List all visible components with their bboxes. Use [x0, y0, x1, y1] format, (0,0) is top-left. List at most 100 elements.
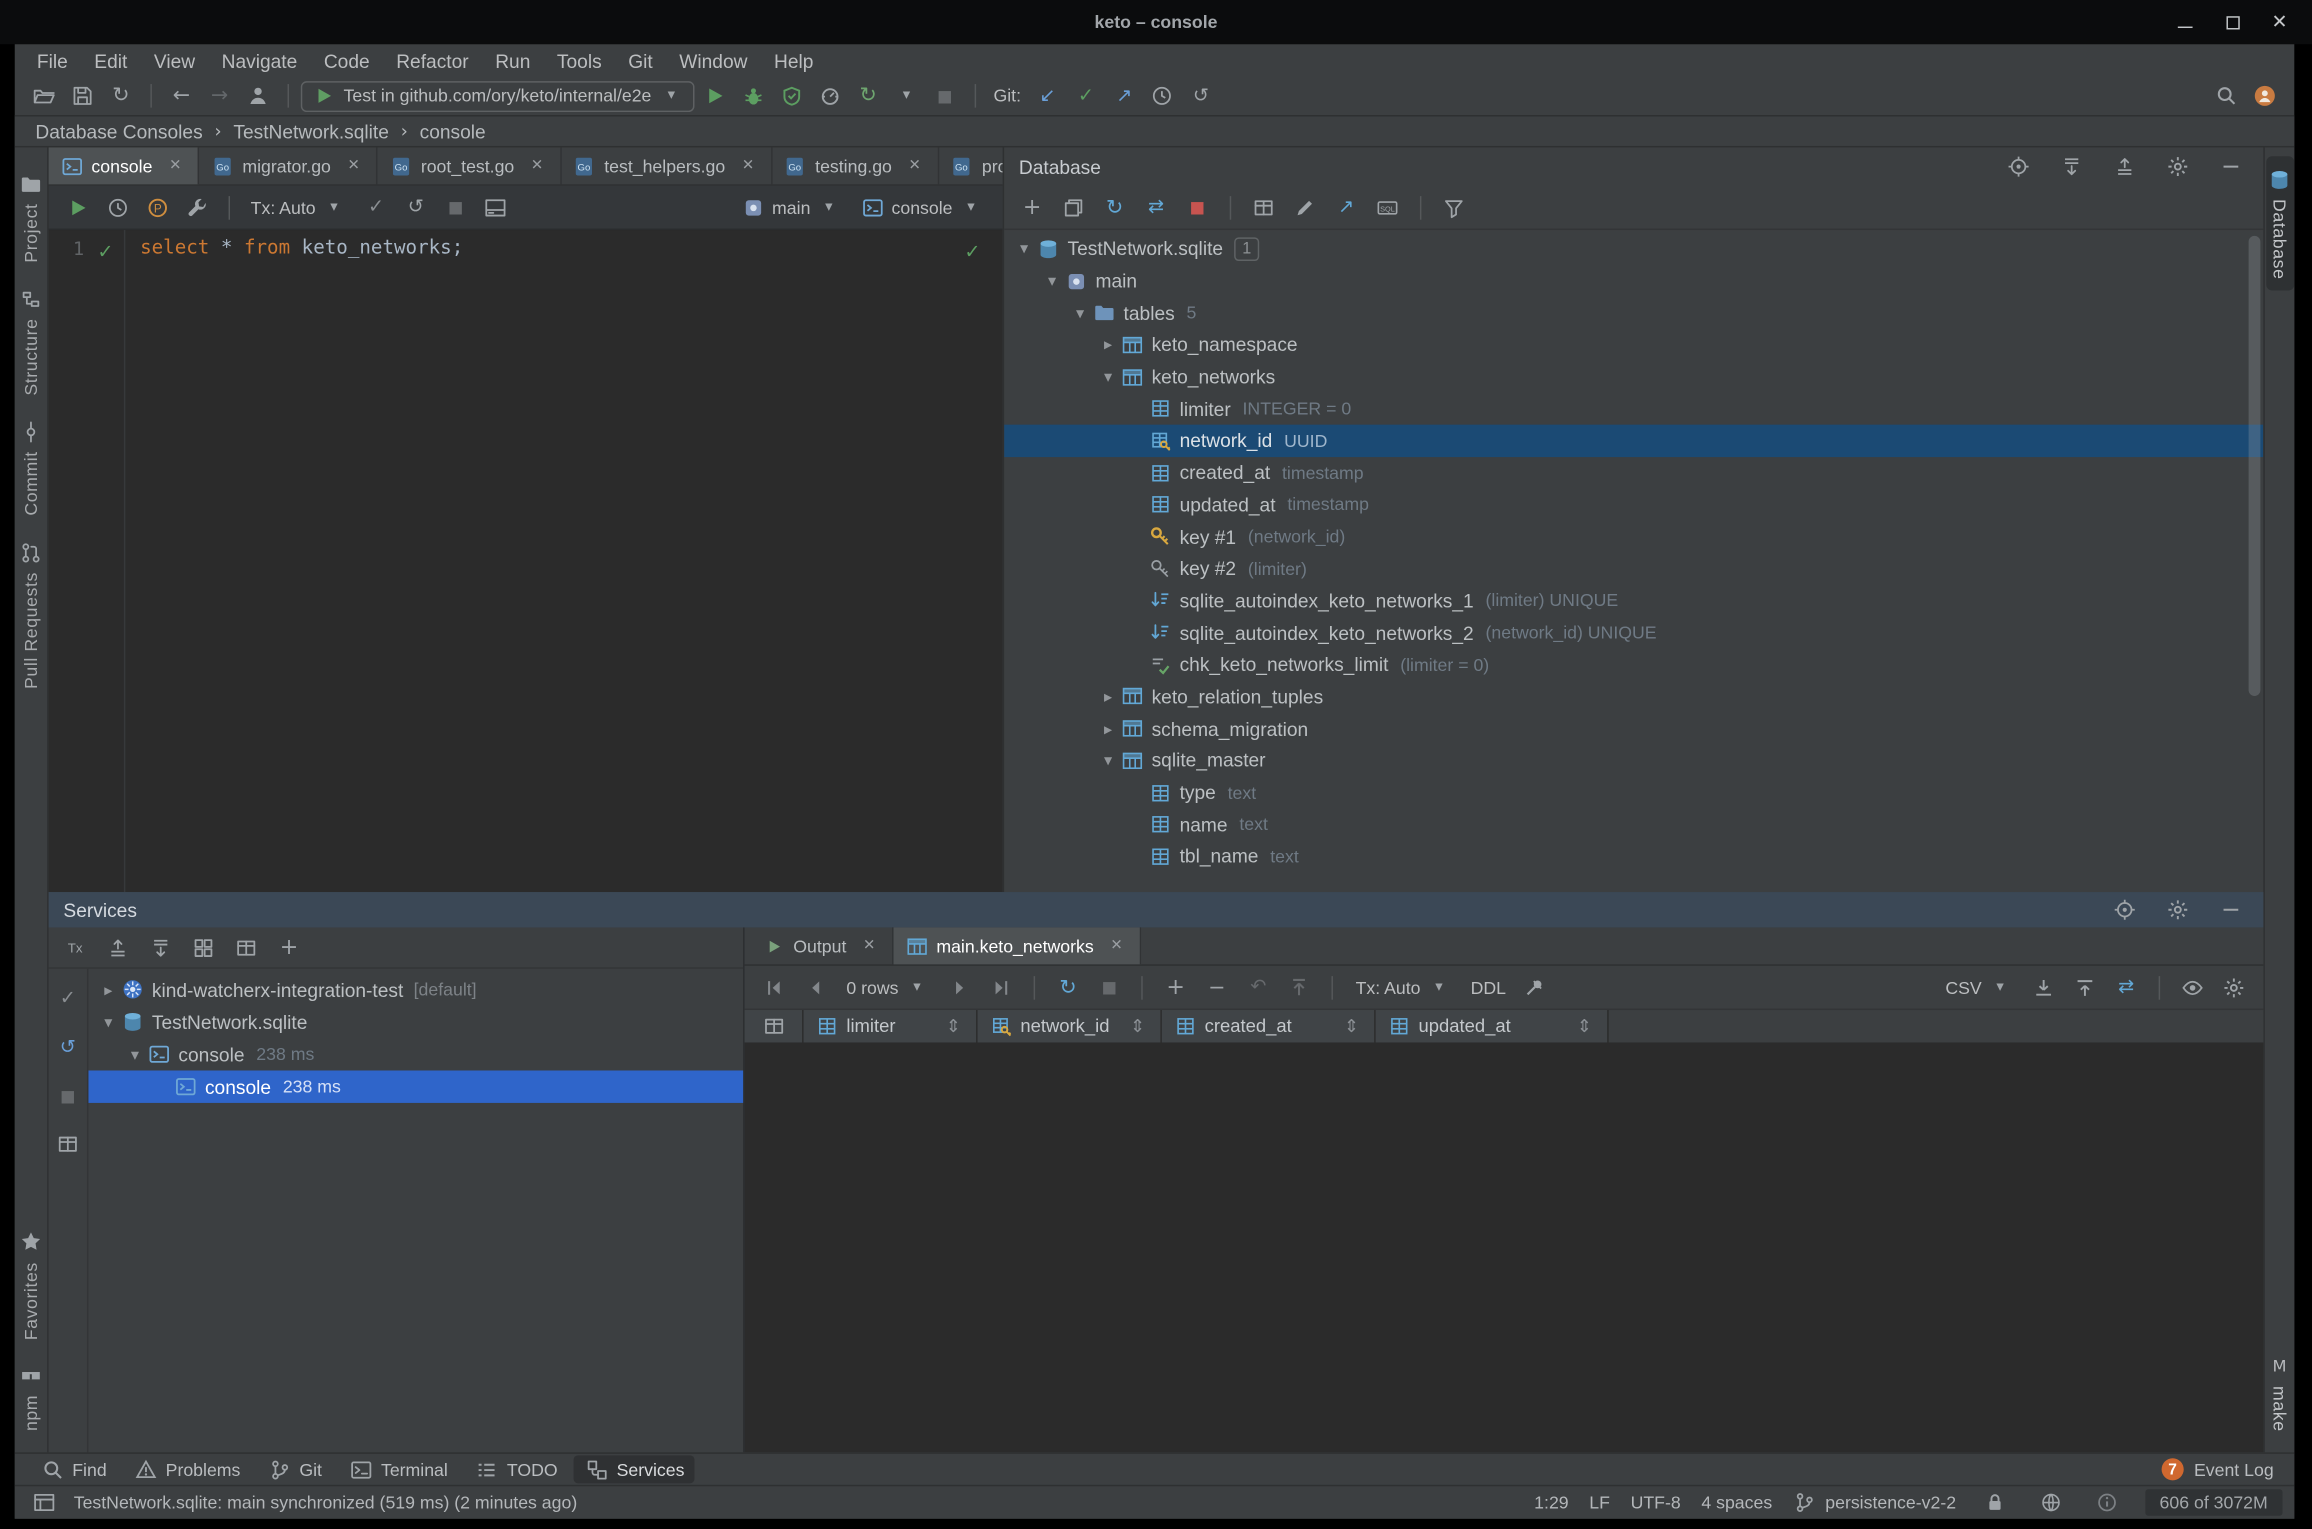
line-ending[interactable]: LF [1589, 1492, 1610, 1513]
chevron-closed-icon[interactable]: ▸ [1097, 721, 1119, 737]
toolwindow-switcher-button[interactable] [27, 1486, 62, 1518]
tree-row-sqlite-master[interactable]: ▾ sqlite_master [1004, 745, 2263, 777]
tree-row-tables[interactable]: ▾ tables 5 [1004, 297, 2263, 329]
chevron-open-icon[interactable]: ▾ [1013, 241, 1035, 257]
previous-page-button[interactable] [798, 971, 833, 1003]
git-commit-button[interactable]: ✓ [1068, 80, 1103, 112]
toolwindow-button-problems[interactable]: Problems [123, 1455, 251, 1483]
tree-row-console[interactable]: console 238 ms [88, 1070, 744, 1103]
tree-row-key-2[interactable]: key #2 (limiter) [1004, 553, 2263, 585]
forward-button[interactable]: → [202, 80, 237, 112]
file-encoding[interactable]: UTF-8 [1631, 1492, 1681, 1513]
ddl-button[interactable]: DDL [1465, 977, 1512, 998]
minimize-icon[interactable] [2176, 13, 2194, 31]
chevron-open-icon[interactable]: ▾ [1097, 369, 1119, 385]
tree-row-key-1[interactable]: key #1 (network_id) [1004, 521, 2263, 553]
history-button[interactable] [1145, 80, 1180, 112]
tree-row-main[interactable]: ▾ main [1004, 265, 2263, 297]
tree-row-keto-relation-tuples[interactable]: ▸ keto_relation_tuples [1004, 681, 2263, 713]
grid-small-button[interactable] [1246, 191, 1281, 223]
git-update-button[interactable]: ↙ [1030, 80, 1065, 112]
result-tab-main-keto-networks[interactable]: main.keto_networks ✕ [893, 927, 1141, 965]
compare-blue-button[interactable]: ⇄ [1138, 191, 1173, 223]
stripe-button-structure[interactable]: Structure [18, 274, 43, 407]
cancel-query-button[interactable]: ■ [1092, 971, 1127, 1003]
back-button[interactable]: ← [164, 80, 199, 112]
collapse-all-button[interactable] [2107, 150, 2142, 182]
run-configuration-select[interactable]: Test in github.com/ory/keto/internal/e2e… [300, 80, 695, 112]
duplicate-button[interactable] [1056, 191, 1091, 223]
stripe-button-npm[interactable]: npm [18, 1351, 43, 1443]
grid-tx-select[interactable]: Tx: Auto ▾ [1348, 975, 1459, 1000]
breadcrumb-item-console[interactable]: console [420, 120, 486, 142]
add-button[interactable]: + [1014, 191, 1049, 223]
tree-row-keto-networks[interactable]: ▾ keto_networks [1004, 361, 2263, 393]
toolwindow-button-terminal[interactable]: Terminal [338, 1455, 458, 1483]
column-header-updated-at[interactable]: updated_at ⇕ [1375, 1010, 1609, 1043]
menu-item-help[interactable]: Help [761, 46, 827, 74]
stripe-button-project[interactable]: Project [18, 159, 43, 274]
close-icon[interactable]: ✕ [2271, 13, 2289, 32]
stop-button[interactable]: ■ [927, 80, 962, 112]
rollback-blue-button[interactable]: ↺ [50, 1031, 85, 1063]
toolwindow-button-services[interactable]: Services [573, 1455, 695, 1484]
tree-row-created-at[interactable]: created_at timestamp [1004, 457, 2263, 489]
edit-button[interactable] [1287, 191, 1322, 223]
tx-mode-select[interactable]: Tx: Auto ▾ [243, 195, 354, 220]
close-x-icon[interactable]: ✕ [525, 153, 550, 178]
stripe-button-make[interactable]: Mmake [2267, 1342, 2292, 1444]
rollback-button[interactable]: ↺ [398, 191, 433, 223]
session-select[interactable]: console ▾ [853, 195, 991, 220]
event-log-button[interactable]: 7 Event Log [2161, 1458, 2280, 1481]
grid-small-button[interactable] [229, 931, 264, 963]
chevron-open-icon[interactable]: ▾ [1097, 752, 1119, 768]
close-x-icon[interactable]: ✕ [1104, 933, 1129, 958]
tree-row-testnetwork-sqlite[interactable]: ▾ TestNetwork.sqlite [88, 1006, 743, 1038]
tab-root-test-go[interactable]: Go root_test.go ✕ [378, 147, 562, 185]
chevron-open-icon[interactable]: ▾ [1041, 273, 1063, 289]
filter-button[interactable] [1436, 191, 1471, 223]
tree-row-name[interactable]: name text [1004, 809, 2263, 841]
tree-row-type[interactable]: type text [1004, 777, 2263, 809]
sync-button[interactable]: ↻ [103, 80, 138, 112]
settings-button[interactable] [2160, 894, 2195, 926]
memory-indicator[interactable]: 606 of 3072M [2144, 1489, 2283, 1516]
caret-position[interactable]: 1:29 [1534, 1492, 1568, 1513]
column-header-created-at[interactable]: created_at ⇕ [1161, 1010, 1376, 1043]
coverage-button[interactable] [774, 80, 809, 112]
chevron-open-icon[interactable]: ▾ [1069, 305, 1091, 321]
pin-tab-button[interactable] [1518, 971, 1553, 1003]
stripe-button-favorites[interactable]: Favorites [18, 1217, 43, 1351]
stop-red-button[interactable]: ■ [1180, 191, 1215, 223]
stripe-button-commit[interactable]: Commit [18, 408, 43, 529]
compare-button[interactable]: ⇄ [2109, 971, 2144, 1003]
maximize-icon[interactable] [2224, 13, 2242, 31]
result-tab-output[interactable]: Output ✕ [751, 927, 894, 965]
column-header-network-id[interactable]: network_id ⇕ [977, 1010, 1162, 1043]
user-button[interactable] [240, 80, 275, 112]
wrench-button[interactable] [180, 191, 215, 223]
breadcrumb-item-testnetwork-sqlite[interactable]: TestNetwork.sqlite [233, 120, 389, 142]
tree-row-testnetwork-sqlite[interactable]: ▾ TestNetwork.sqlite 1 [1004, 233, 2263, 265]
tree-row-network-id[interactable]: network_id UUID [1004, 424, 2264, 457]
readonly-toggle[interactable] [1977, 1486, 2012, 1518]
close-x-icon[interactable]: ✕ [902, 153, 927, 178]
expand-all-button[interactable] [143, 931, 178, 963]
add-button[interactable]: + [271, 931, 306, 963]
refresh-blue-button[interactable]: ↻ [1097, 191, 1132, 223]
export-data-button[interactable] [2026, 971, 2061, 1003]
sort-icon[interactable]: ⇕ [941, 1014, 966, 1039]
page-size-select[interactable]: 0 rows ▾ [839, 975, 937, 1000]
menu-item-run[interactable]: Run [482, 46, 544, 74]
check-grey-button[interactable]: ✓ [358, 191, 393, 223]
proxy-widget[interactable] [2033, 1486, 2068, 1518]
add-row-button[interactable]: + [1158, 971, 1193, 1003]
navigate-button[interactable]: ↗ [1329, 191, 1364, 223]
row-header-stub[interactable] [744, 1010, 804, 1043]
sort-icon[interactable]: ⇕ [1125, 1014, 1150, 1039]
target-button[interactable] [2001, 150, 2036, 182]
check-grey-button[interactable]: ✓ [50, 982, 85, 1014]
inspections-widget[interactable] [2089, 1486, 2124, 1518]
run-button[interactable] [697, 80, 732, 112]
explain-plan-button[interactable]: P [140, 191, 175, 223]
